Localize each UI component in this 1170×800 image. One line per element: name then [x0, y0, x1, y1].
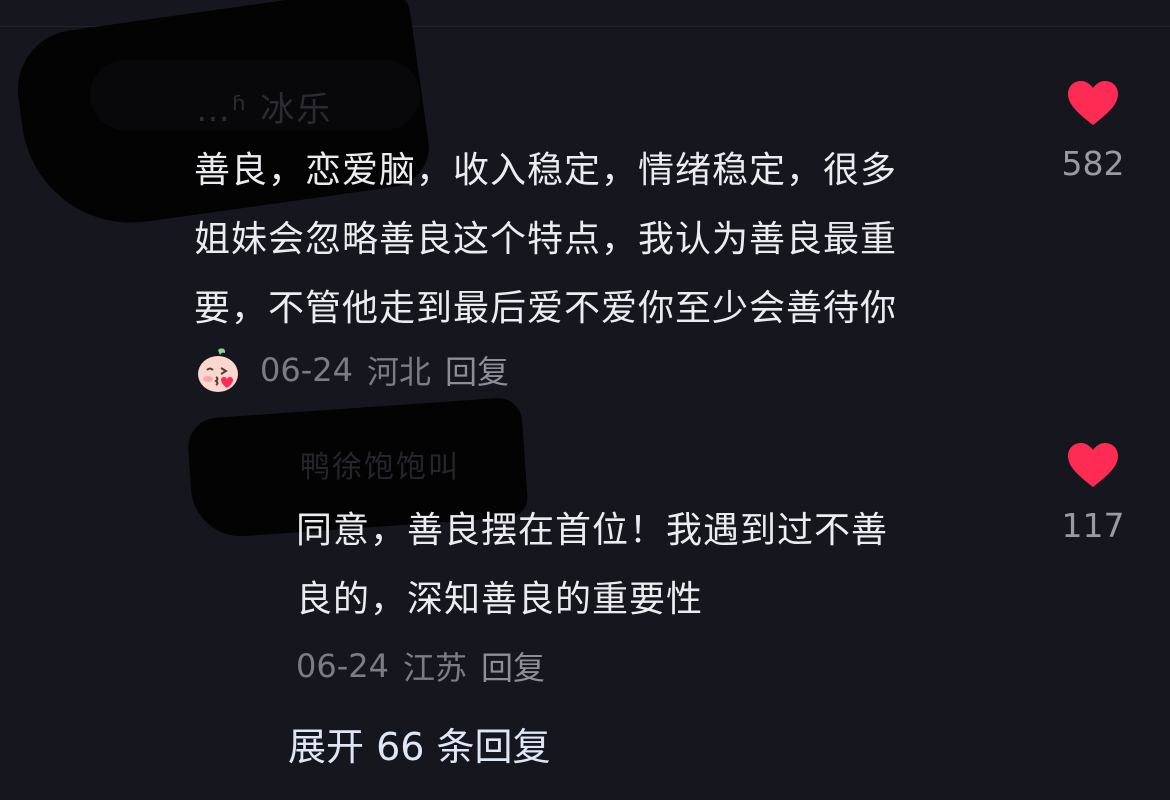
comment-username[interactable]: …ʱ 冰乐 — [196, 82, 332, 131]
comment-date: 06-24 — [260, 351, 353, 389]
like-button[interactable]: 582 — [1058, 80, 1128, 183]
comment-date: 06-24 — [296, 647, 389, 685]
comment-text-line: 要，不管他走到最后爱不爱你至少会善待你 — [194, 288, 898, 329]
blowing-kiss-emoji-icon — [194, 346, 242, 394]
expand-replies-button[interactable]: 展开 66 条回复 — [288, 716, 551, 771]
like-button[interactable]: 117 — [1058, 442, 1128, 545]
comment-location: 江苏 — [402, 649, 467, 687]
like-count: 117 — [1061, 506, 1125, 545]
comment-text-line: 良的，深知善良的重要性 — [296, 579, 704, 620]
heart-icon — [1068, 81, 1118, 125]
comment-text: 善良，恋爱脑，收入稳定，情绪稳定，很多 姐妹会忽略善良这个特点，我认为善良最重 … — [194, 136, 897, 343]
comment-text-line: 善良，恋爱脑，收入稳定，情绪稳定，很多 — [194, 150, 898, 191]
reply-button[interactable]: 回复 — [445, 347, 509, 393]
comment-text-line: 姐妹会忽略善良这个特点，我认为善良最重 — [194, 219, 898, 260]
comment-username[interactable]: 鸭徐饱饱叫 — [300, 442, 460, 486]
comment-text: 同意，善良摆在首位！我遇到过不善 良的，深知善良的重要性 — [296, 496, 888, 634]
comment-meta: 06-24 河北 回复 — [194, 346, 509, 394]
comment-location: 河北 — [366, 353, 431, 391]
like-count: 582 — [1061, 144, 1125, 183]
comment-meta: 06-24 江苏 回复 — [296, 642, 545, 690]
heart-icon — [1068, 443, 1118, 487]
comment-text-line: 同意，善良摆在首位！我遇到过不善 — [296, 510, 889, 551]
reply-button[interactable]: 回复 — [481, 643, 545, 689]
